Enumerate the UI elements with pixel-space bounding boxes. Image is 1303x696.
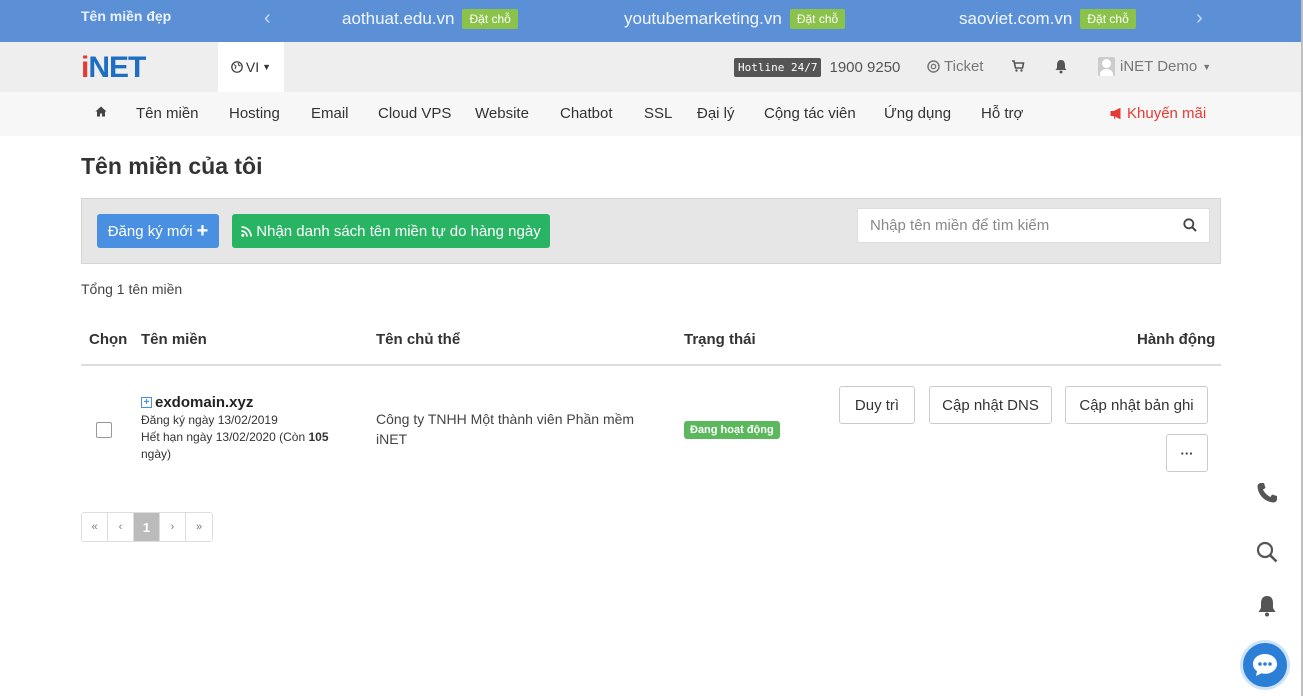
update-records-button[interactable]: Cập nhật bản ghi [1065, 386, 1208, 424]
support-icon [927, 60, 940, 73]
globe-icon [231, 61, 243, 73]
header: iNET VI ▼ Hotline 24/7 1900 9250 Ticket … [0, 42, 1303, 92]
total-count: Tổng 1 tên miền [81, 281, 183, 297]
nav-item-hosting[interactable]: Hosting [229, 105, 280, 122]
promo-domain[interactable]: youtubemarketing.vn [624, 9, 782, 29]
promo-reserve-button[interactable]: Đặt chỗ [462, 9, 518, 29]
owner-name: Công ty TNHH Một thành viên Phần mềm iNE… [376, 411, 635, 447]
page-next-button[interactable]: › [160, 513, 186, 541]
page-last-button[interactable]: » [186, 513, 212, 541]
nav-item-reseller[interactable]: Đại lý [697, 105, 735, 122]
language-selector[interactable]: VI ▼ [218, 42, 284, 92]
logo[interactable]: iNET [81, 51, 146, 85]
domain-name[interactable]: + exdomain.xyz [141, 394, 351, 411]
daily-expired-list-button[interactable]: Nhận danh sách tên miền tự do hàng ngày [232, 214, 550, 248]
chat-bubble-icon [1253, 654, 1277, 676]
domain-cell: + exdomain.xyz Đăng ký ngày 13/02/2019 H… [141, 394, 351, 463]
promo-banner: Tên miền đẹp ‹ aothuat.edu.vn Đặt chỗ yo… [0, 0, 1303, 42]
promo-reserve-button[interactable]: Đặt chỗ [1080, 9, 1136, 29]
home-icon[interactable] [95, 106, 107, 117]
page-title: Tên miền của tôi [81, 153, 263, 179]
promo-reserve-button[interactable]: Đặt chỗ [789, 9, 846, 29]
promo-domain[interactable]: aothuat.edu.vn [342, 9, 454, 29]
column-header-domain: Tên miền [141, 331, 207, 348]
daily-expired-list-label: Nhận danh sách tên miền tự do hàng ngày [256, 222, 541, 240]
column-header-actions: Hành động [1137, 331, 1216, 348]
phone-icon[interactable] [1255, 481, 1279, 505]
nav-item-chatbot[interactable]: Chatbot [560, 105, 613, 122]
chevron-left-icon[interactable]: ‹ [264, 7, 271, 30]
logo-net: NET [88, 51, 146, 84]
megaphone-icon [1110, 107, 1121, 120]
bell-icon[interactable] [1255, 594, 1279, 618]
promo-item: aothuat.edu.vn Đặt chỗ [342, 9, 518, 29]
user-name: iNET Demo [1120, 58, 1198, 75]
caret-down-icon: ▼ [262, 62, 272, 72]
nav-item-support[interactable]: Hỗ trợ [981, 105, 1023, 122]
user-menu[interactable]: iNET Demo ▼ [1098, 57, 1211, 76]
column-header-owner: Tên chủ thể [376, 331, 461, 348]
search-icon[interactable] [1255, 540, 1279, 564]
promo-domain[interactable]: saoviet.com.vn [959, 9, 1072, 29]
nav-item-ssl[interactable]: SSL [644, 105, 672, 122]
caret-down-icon: ▼ [1202, 61, 1212, 72]
row-select-checkbox[interactable] [96, 422, 112, 438]
renew-button[interactable]: Duy trì [839, 386, 915, 424]
table-divider [81, 364, 1221, 366]
plus-icon: + [196, 220, 209, 242]
promo-title: Tên miền đẹp [81, 8, 172, 24]
pagination: « ‹ 1 › » [81, 512, 213, 542]
nav-item-domains[interactable]: Tên miền [136, 105, 199, 122]
expiry-date: Hết hạn ngày 13/02/2020 (Còn [141, 430, 309, 444]
nav-item-website[interactable]: Website [475, 105, 529, 122]
promo-item: youtubemarketing.vn Đặt chỗ [624, 9, 846, 29]
ticket-label: Ticket [944, 58, 984, 75]
page-current[interactable]: 1 [134, 513, 160, 541]
page-prev-button[interactable]: ‹ [108, 513, 134, 541]
register-domain-button[interactable]: Đăng ký mới + [97, 214, 219, 248]
domain-name-text: exdomain.xyz [155, 394, 254, 411]
domain-search [857, 208, 1210, 243]
chat-button[interactable] [1240, 640, 1290, 690]
nav-item-apps[interactable]: Ứng dụng [884, 105, 951, 122]
days-unit: ngày) [141, 447, 172, 461]
main-nav: Tên miền Hosting Email Cloud VPS Website… [0, 92, 1303, 136]
nav-item-email[interactable]: Email [311, 105, 349, 122]
nav-item-affiliate[interactable]: Cộng tác viên [764, 105, 856, 122]
days-left: 105 [308, 430, 329, 444]
registered-date: Đăng ký ngày 13/02/2019 [141, 413, 278, 427]
nav-item-promotions[interactable]: Khuyến mãi [1110, 105, 1206, 122]
more-actions-button[interactable]: ··· [1166, 434, 1208, 472]
page-first-button[interactable]: « [82, 513, 108, 541]
language-label: VI [245, 59, 260, 75]
status-badge: Đang hoạt động [684, 421, 780, 439]
hotline-tag: Hotline 24/7 [734, 58, 822, 77]
register-domain-label: Đăng ký mới [107, 222, 193, 240]
column-header-select: Chọn [89, 331, 128, 348]
rss-icon [241, 225, 253, 237]
update-dns-button[interactable]: Cập nhật DNS [929, 386, 1052, 424]
bell-icon[interactable] [1054, 59, 1068, 74]
column-header-status: Trạng thái [684, 331, 756, 348]
avatar [1098, 57, 1115, 76]
ticket-link[interactable]: Ticket [927, 58, 983, 75]
promo-item: saoviet.com.vn Đặt chỗ [959, 9, 1136, 29]
promotions-label: Khuyến mãi [1127, 105, 1207, 122]
chevron-right-icon[interactable]: › [1196, 7, 1203, 30]
domain-toolbar: Đăng ký mới + Nhận danh sách tên miền tự… [81, 198, 1221, 264]
hotline: Hotline 24/7 1900 9250 [734, 58, 900, 77]
hotline-number[interactable]: 1900 9250 [829, 59, 900, 76]
expiry-info: Hết hạn ngày 13/02/2020 (Còn 105 ngày) [141, 429, 351, 463]
cart-icon[interactable] [1011, 59, 1025, 73]
domain-search-input[interactable] [858, 209, 1168, 242]
expand-icon[interactable]: + [141, 397, 152, 408]
search-icon[interactable] [1183, 218, 1197, 232]
nav-item-cloud-vps[interactable]: Cloud VPS [378, 105, 451, 122]
